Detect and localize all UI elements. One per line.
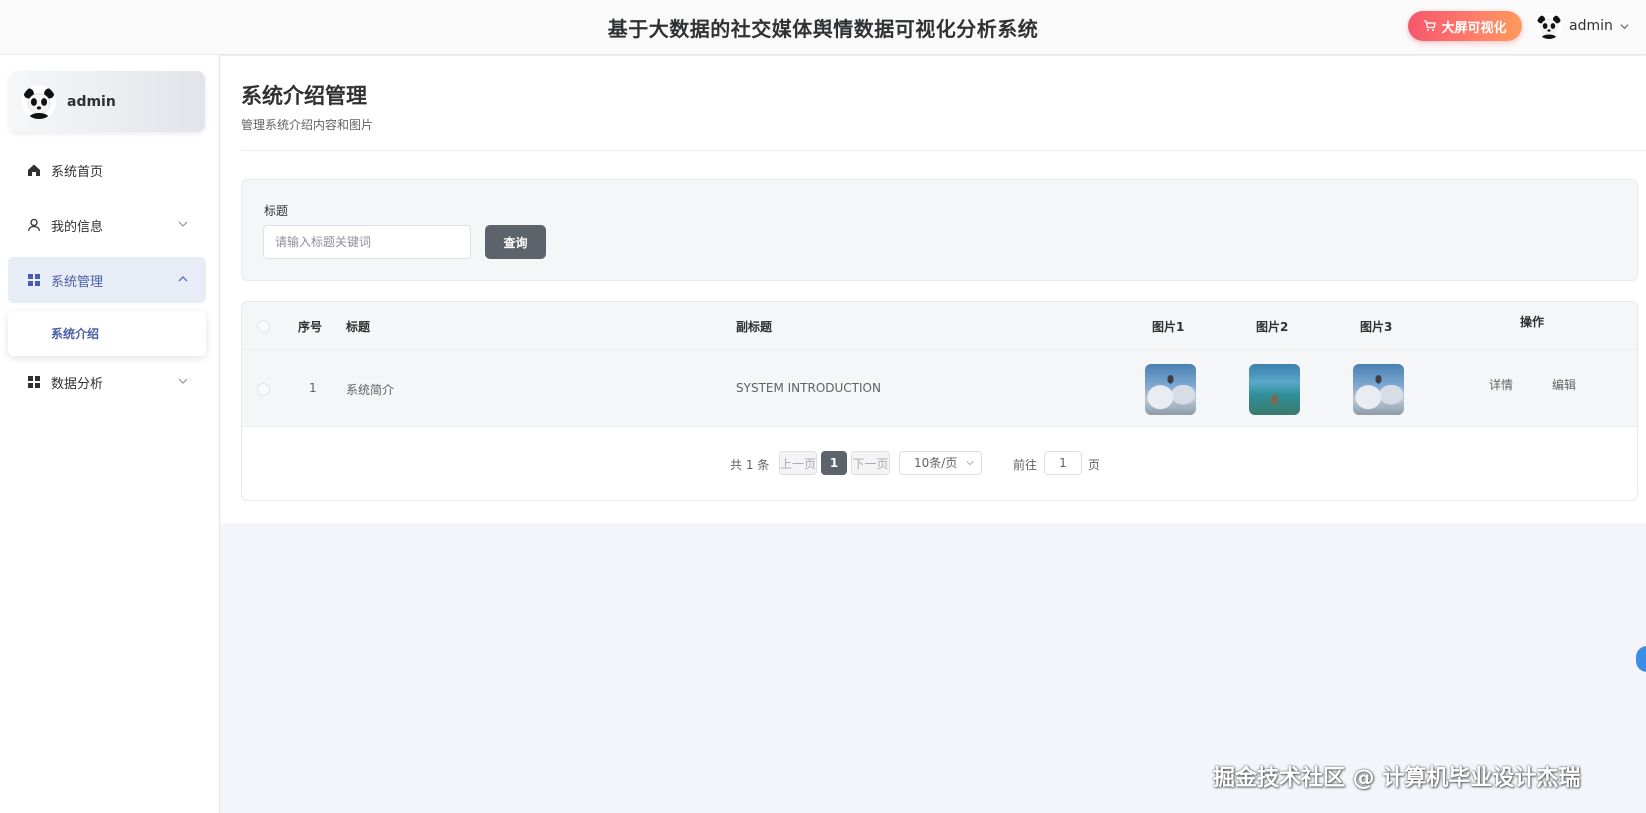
table-row: 1 系统简介 SYSTEM INTRODUCTION 详情 编辑 [242,350,1637,427]
search-panel: 标题 查询 [241,179,1638,281]
page-subtitle: 管理系统介绍内容和图片 [241,118,374,132]
user-icon [27,218,41,232]
row-image1-thumbnail[interactable] [1145,364,1196,415]
page-size-select[interactable]: 10条/页 [899,451,982,475]
query-button[interactable]: 查询 [485,225,546,259]
next-page-button[interactable]: 下一页 [851,451,890,475]
table-header: 序号 标题 副标题 图片1 图片2 图片3 操作 [242,302,1637,350]
row-title: 系统简介 [346,383,395,397]
top-header: 基于大数据的社交媒体舆情数据可视化分析系统 大屏可视化 admin [0,0,1646,55]
sidebar-item-label: 系统管理 [51,274,104,290]
sidebar-subitem-label: 系统介绍 [51,327,100,341]
sidebar-subitem-system-intro[interactable]: 系统介绍 [8,311,206,356]
header-image2: 图片2 [1256,320,1289,334]
floating-action-button[interactable] [1636,646,1646,672]
page-size-value: 10条/页 [914,456,958,470]
header-index: 序号 [298,320,323,334]
divider [241,150,1646,151]
header-title: 标题 [346,320,371,334]
header-username: admin [1569,18,1613,34]
sidebar-user-card: admin [9,71,205,132]
page-title: 系统介绍管理 [241,84,367,108]
header-actions: 操作 [1520,315,1545,329]
row-subtitle: SYSTEM INTRODUCTION [736,381,881,395]
cart-icon [1424,20,1437,31]
header-subtitle: 副标题 [736,320,773,334]
avatar [22,84,56,119]
sidebar-item-label: 系统首页 [51,164,104,180]
chevron-up-icon [178,276,188,282]
prev-page-button[interactable]: 上一页 [779,451,817,475]
header-image1: 图片1 [1152,320,1185,334]
search-label: 标题 [264,204,289,218]
bigscreen-label: 大屏可视化 [1441,20,1507,36]
watermark-text: 掘金技术社区 @ 计算机毕业设计杰瑞 [1213,766,1581,791]
header-user-menu[interactable]: admin [1536,12,1629,40]
goto-page-input[interactable] [1044,451,1082,475]
chevron-down-icon [1620,23,1629,29]
sidebar-item-data-analysis[interactable]: 数据分析 [8,359,206,405]
avatar [1536,13,1562,39]
chevron-down-icon [966,461,974,466]
system-title: 基于大数据的社交媒体舆情数据可视化分析系统 [607,17,1039,41]
header-image3: 图片3 [1360,320,1393,334]
sidebar: admin 系统首页 我的信息 系统管理 系统介绍 数据分析 [0,55,220,813]
row-checkbox[interactable] [257,383,270,396]
title-search-input[interactable] [263,225,471,259]
grid-icon [28,274,40,286]
data-table: 序号 标题 副标题 图片1 图片2 图片3 操作 1 系统简介 SYSTEM I… [241,301,1638,501]
sidebar-item-home[interactable]: 系统首页 [8,147,206,193]
sidebar-item-system-management[interactable]: 系统管理 [8,257,206,303]
bigscreen-button[interactable]: 大屏可视化 [1408,11,1522,41]
sidebar-item-label: 我的信息 [51,219,104,235]
chevron-down-icon [178,221,188,227]
grid-icon [28,376,40,388]
pagination: 共 1 条 上一页 1 下一页 10条/页 前往 页 [242,450,1637,478]
home-icon [28,164,40,176]
main-content: 系统介绍管理 管理系统介绍内容和图片 标题 查询 序号 标题 副标题 图片1 图… [221,56,1646,523]
edit-link[interactable]: 编辑 [1552,376,1576,393]
row-image3-thumbnail[interactable] [1353,364,1404,415]
chevron-down-icon [178,378,188,384]
detail-link[interactable]: 详情 [1489,376,1513,393]
row-index: 1 [309,381,317,395]
row-image2-thumbnail[interactable] [1249,364,1300,415]
select-all-checkbox[interactable] [257,320,270,333]
sidebar-username: admin [67,93,116,110]
sidebar-item-label: 数据分析 [51,376,104,392]
sidebar-item-my-info[interactable]: 我的信息 [8,202,206,248]
pagination-total: 共 1 条 [730,458,770,472]
page-number-current[interactable]: 1 [821,451,847,475]
page-unit-label: 页 [1088,458,1101,472]
goto-label: 前往 [1013,458,1038,472]
